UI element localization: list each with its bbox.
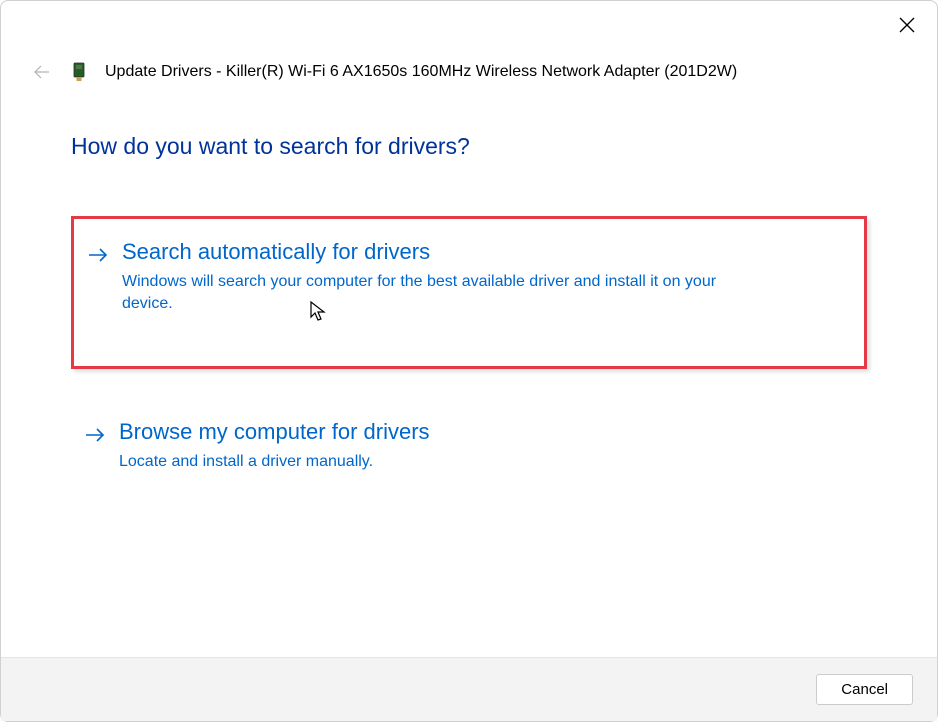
dialog-footer: Cancel xyxy=(1,657,937,721)
close-icon xyxy=(899,17,915,33)
option-title: Browse my computer for drivers xyxy=(119,419,430,445)
option-title: Search automatically for drivers xyxy=(122,239,752,265)
dialog-title: Update Drivers - Killer(R) Wi-Fi 6 AX165… xyxy=(105,63,737,81)
option-description: Windows will search your computer for th… xyxy=(122,271,752,316)
dialog-content: How do you want to search for drivers? S… xyxy=(1,83,937,657)
cancel-button[interactable]: Cancel xyxy=(816,674,913,705)
question-heading: How do you want to search for drivers? xyxy=(71,133,867,160)
option-search-automatically[interactable]: Search automatically for drivers Windows… xyxy=(71,216,867,369)
back-button[interactable] xyxy=(31,61,53,83)
arrow-right-icon xyxy=(85,425,105,445)
device-icon xyxy=(71,61,87,83)
option-description: Locate and install a driver manually. xyxy=(119,451,430,473)
option-browse-computer[interactable]: Browse my computer for drivers Locate an… xyxy=(71,399,867,495)
back-arrow-icon xyxy=(33,63,51,81)
dialog-header: Update Drivers - Killer(R) Wi-Fi 6 AX165… xyxy=(1,1,937,83)
option-text: Browse my computer for drivers Locate an… xyxy=(119,419,430,473)
update-drivers-dialog: Update Drivers - Killer(R) Wi-Fi 6 AX165… xyxy=(0,0,938,722)
arrow-right-icon xyxy=(88,245,108,265)
close-button[interactable] xyxy=(895,13,919,37)
option-text: Search automatically for drivers Windows… xyxy=(122,239,752,316)
